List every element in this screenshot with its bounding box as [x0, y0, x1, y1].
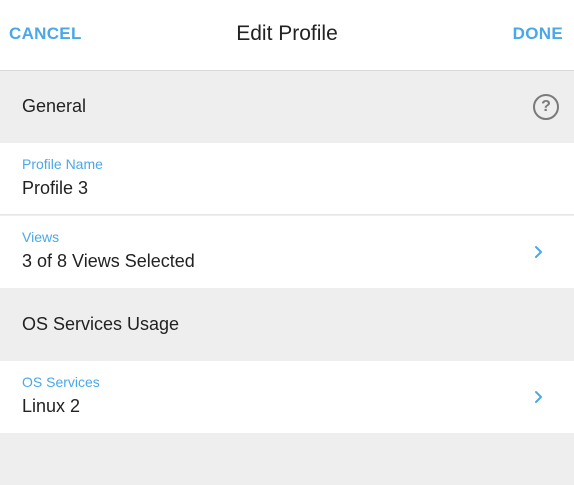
done-button[interactable]: DONE	[513, 24, 563, 44]
section-title: OS Services Usage	[22, 314, 180, 334]
field-label: Profile Name	[22, 156, 103, 172]
help-glyph: ?	[541, 98, 551, 115]
page-title: Edit Profile	[236, 22, 338, 45]
field-value: Linux 2	[22, 396, 81, 416]
field-label: OS Services	[22, 374, 100, 390]
views-row[interactable]: Views 3 of 8 Views Selected	[0, 216, 574, 288]
section-general-header: General ?	[0, 71, 574, 143]
section-os-services-header: OS Services Usage	[0, 289, 574, 361]
field-label: Views	[22, 229, 60, 245]
edit-profile-screen: CANCEL Edit Profile DONE General ? Profi…	[0, 0, 574, 485]
chevron-right-icon	[535, 391, 542, 403]
chevron-right-icon	[535, 246, 542, 258]
section-title: General	[22, 96, 87, 116]
field-value: 3 of 8 Views Selected	[22, 251, 195, 271]
divider	[0, 214, 574, 215]
os-services-row[interactable]: OS Services Linux 2	[0, 361, 574, 433]
profile-name-field[interactable]: Profile Name Profile 3	[0, 143, 574, 215]
top-bar: CANCEL Edit Profile DONE	[0, 0, 574, 71]
field-value[interactable]: Profile 3	[22, 178, 88, 199]
help-circle-icon[interactable]: ?	[533, 94, 559, 120]
